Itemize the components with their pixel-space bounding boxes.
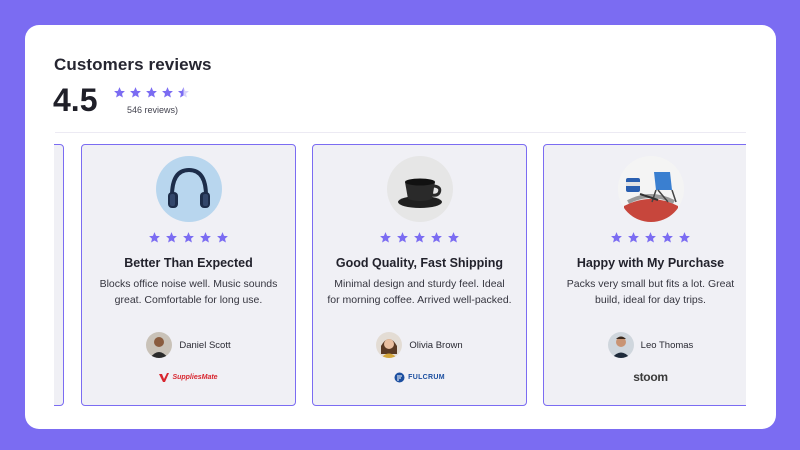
card-rating-stars: [313, 231, 526, 244]
star-icon: [217, 232, 228, 243]
star-icon: [380, 232, 391, 243]
company-logo-text: FULCRUM: [408, 373, 445, 381]
review-title: Happy with My Purchase: [576, 256, 725, 270]
star-icon: [431, 232, 442, 243]
fulcrum-mark-icon: [394, 372, 405, 382]
star-icon: [146, 87, 157, 98]
star-icon: [162, 87, 173, 98]
review-title: Good Quality, Fast Shipping: [335, 256, 504, 270]
camping-gear-image: [618, 156, 684, 222]
review-card[interactable]: Good Quality, Fast Shipping Minimal desi…: [312, 144, 527, 406]
review-title: Better Than Expected: [124, 256, 253, 270]
fulcrum-logo: FULCRUM: [313, 370, 526, 384]
star-icon: [149, 232, 160, 243]
review-author: Olivia Brown: [313, 332, 526, 358]
coffee-cup-image: [387, 156, 453, 222]
review-author: Leo Thomas: [544, 332, 746, 358]
review-card-partial[interactable]: [54, 144, 64, 406]
author-name: Leo Thomas: [640, 339, 694, 351]
star-icon: [628, 232, 639, 243]
section-title: Customers reviews: [54, 55, 212, 74]
author-name: Olivia Brown: [409, 339, 463, 351]
star-icon: [397, 232, 408, 243]
author-name: Daniel Scott: [179, 339, 231, 351]
half-star-icon: [178, 87, 189, 98]
card-rating-stars: [82, 231, 295, 244]
stoom-logo: stoom: [544, 370, 746, 384]
review-text: Minimal design and sturdy feel. Ideal fo…: [327, 278, 512, 306]
company-logo-text: stoom: [633, 370, 668, 384]
star-icon: [166, 232, 177, 243]
header-divider: [55, 132, 746, 133]
review-text: Packs very small but fits a lot. Great b…: [566, 278, 735, 306]
star-icon: [679, 232, 690, 243]
avatar: [146, 332, 173, 358]
avatar: [607, 332, 634, 358]
reviews-panel: Customers reviews 4.5 546 reviews) Bette…: [25, 25, 776, 429]
headphones-image: [156, 156, 222, 222]
avatar: [376, 332, 403, 358]
star-icon: [611, 232, 622, 243]
star-icon: [114, 87, 125, 98]
star-icon: [645, 232, 656, 243]
suppliesmate-mark-icon: [159, 372, 170, 382]
star-icon: [414, 232, 425, 243]
reviews-carousel[interactable]: Better Than Expected Blocks office noise…: [54, 144, 746, 410]
average-rating: 4.5: [53, 82, 98, 118]
review-author: Daniel Scott: [82, 332, 295, 358]
card-rating-stars: [544, 231, 746, 244]
review-card[interactable]: Better Than Expected Blocks office noise…: [81, 144, 296, 406]
suppliesmate-logo: SuppliesMate: [82, 370, 295, 384]
star-icon: [200, 232, 211, 243]
star-icon: [183, 232, 194, 243]
review-text: Blocks office noise well. Music sounds g…: [99, 278, 278, 306]
star-icon: [448, 232, 459, 243]
company-logo-text: SuppliesMate: [172, 373, 218, 381]
star-icon: [130, 87, 141, 98]
star-icon: [662, 232, 673, 243]
average-rating-stars: [113, 86, 190, 99]
review-count: 546 reviews): [127, 105, 179, 115]
review-card[interactable]: Happy with My Purchase Packs very small …: [543, 144, 746, 406]
